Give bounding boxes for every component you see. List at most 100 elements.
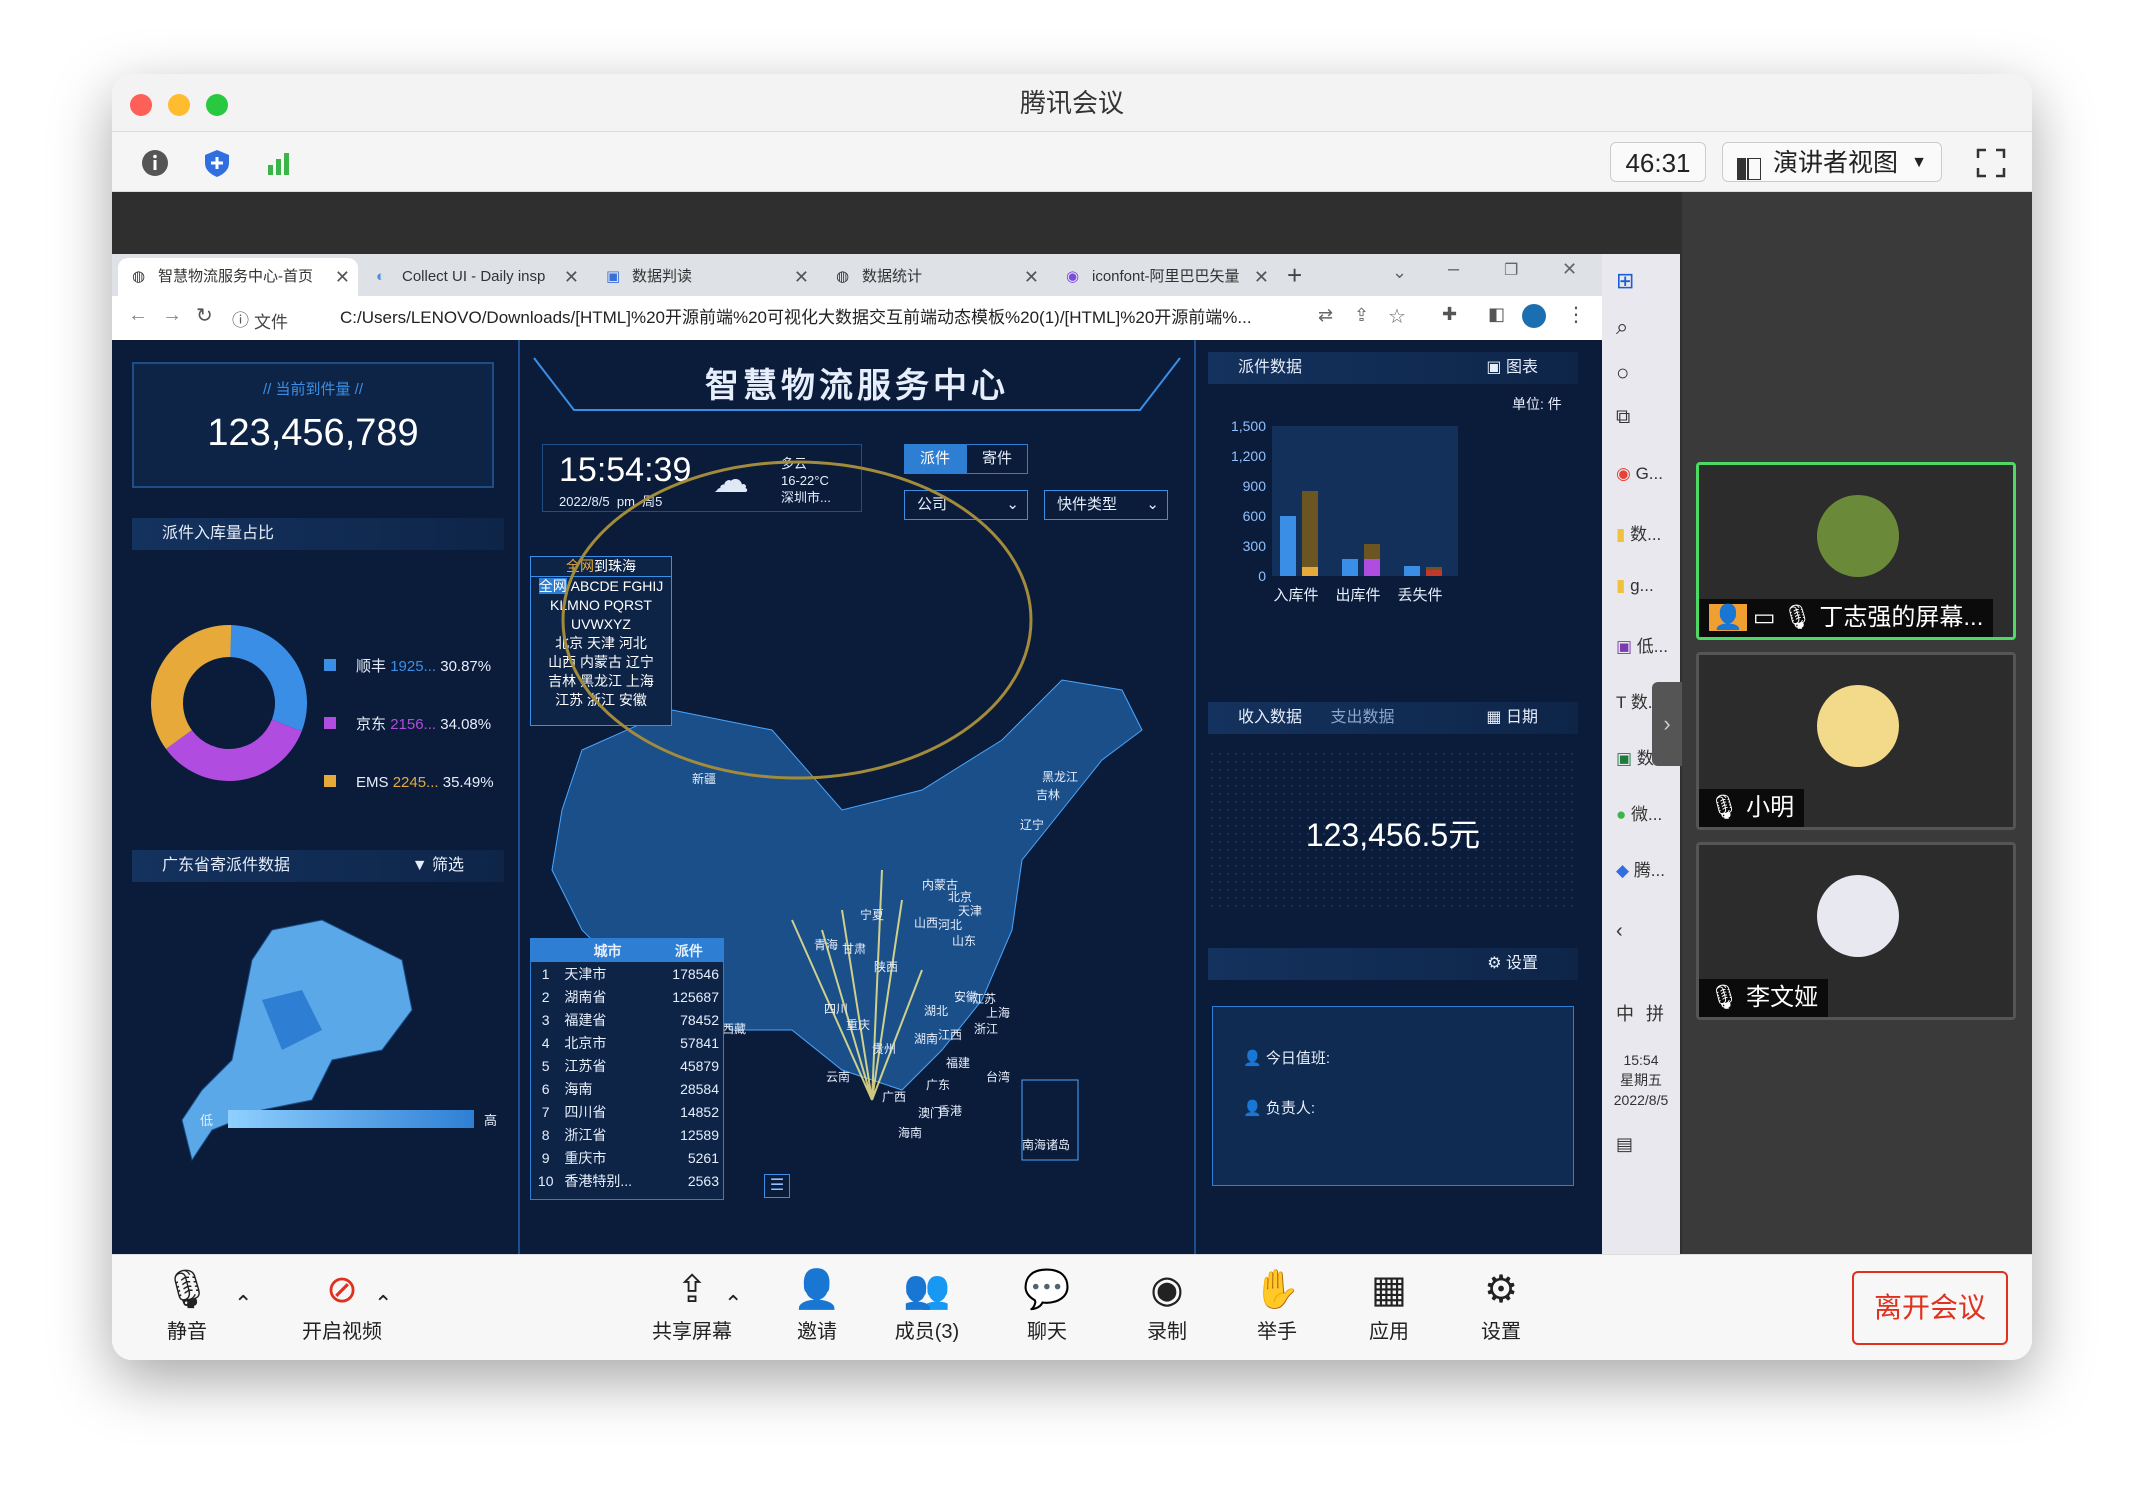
table-cell: 78452: [680, 1011, 719, 1028]
ime-pinyin-label[interactable]: 拼: [1646, 1000, 1664, 1026]
raise-hand-button[interactable]: ✋ 举手: [1242, 1265, 1312, 1344]
restore-browser-icon[interactable]: ❐: [1504, 260, 1518, 280]
apps-grid-icon: ▦: [1371, 1269, 1407, 1311]
meeting-window: 腾讯会议 46:31 演讲者视图 ▼ ◍ 智慧物流服务中心-首页 ✕ ◐ Col…: [112, 74, 2032, 1360]
table-row: 5 江苏省 45879: [531, 1054, 723, 1077]
taskbar-app-folder[interactable]: ▮ g...: [1616, 576, 1654, 596]
table-cell: 12589: [680, 1126, 719, 1143]
express-type-select[interactable]: 快件类型 ⌄: [1044, 490, 1168, 520]
browser-tab[interactable]: ▣ 数据判读 ✕: [592, 258, 817, 296]
bar: [1426, 570, 1442, 576]
search-icon[interactable]: ⌕: [1616, 314, 1628, 340]
close-window-button[interactable]: [130, 94, 152, 116]
task-view-icon[interactable]: ⧉: [1616, 406, 1630, 429]
participant-tile[interactable]: 🎙 李文娅: [1696, 842, 2016, 1020]
iconfont-icon: ◉: [1066, 268, 1080, 285]
apps-button[interactable]: ▦ 应用: [1354, 1265, 1424, 1344]
taskbar-app-axure[interactable]: ▣ 低...: [1616, 632, 1668, 657]
video-options-chevron[interactable]: ⌃: [374, 1291, 392, 1317]
fullscreen-icon[interactable]: [1972, 144, 2010, 182]
table-row: 6 海南 28584: [531, 1077, 723, 1100]
expense-tab[interactable]: 支出数据: [1330, 709, 1394, 726]
minimize-window-button[interactable]: [168, 94, 190, 116]
browser-tab[interactable]: ◍ 智慧物流服务中心-首页 ✕: [118, 258, 358, 296]
tray-expand-icon[interactable]: ‹: [1616, 920, 1623, 943]
menu-icon[interactable]: ☰: [764, 1174, 790, 1198]
date-button[interactable]: ▦ 日期: [1486, 702, 1538, 734]
table-cell: 福建省: [564, 1011, 607, 1028]
view-mode-select[interactable]: 演讲者视图 ▼: [1722, 142, 1942, 182]
back-icon[interactable]: ←: [128, 304, 148, 327]
settings-button[interactable]: ⚙ 设置: [1466, 1265, 1536, 1344]
table-cell: 湖南省: [564, 988, 607, 1005]
cortana-icon[interactable]: ○: [1616, 360, 1629, 386]
network-signal-icon[interactable]: [260, 144, 298, 182]
sidepanel-icon[interactable]: ◧: [1488, 304, 1505, 325]
meeting-toolbar: 46:31 演讲者视图 ▼: [112, 132, 2032, 192]
chat-button[interactable]: 💬 聊天: [1012, 1265, 1082, 1344]
windows-start-icon[interactable]: ⊞: [1616, 268, 1634, 294]
table-cell: 浙江省: [564, 1126, 607, 1143]
host-icon: 👤: [1709, 604, 1747, 631]
more-menu-icon[interactable]: ⋮: [1566, 302, 1586, 327]
bar: [1404, 566, 1420, 576]
bar: [1342, 559, 1358, 576]
globe-icon: ◍: [132, 268, 146, 285]
share-options-chevron[interactable]: ⌃: [724, 1291, 742, 1317]
forward-icon[interactable]: →: [162, 304, 182, 327]
notification-icon[interactable]: ▤: [1616, 1134, 1633, 1155]
audio-options-chevron[interactable]: ⌃: [234, 1291, 252, 1317]
browser-tab[interactable]: ◐ Collect UI - Daily insp ✕: [362, 258, 587, 296]
mute-button[interactable]: 🎙 静音: [152, 1265, 222, 1344]
settings-button[interactable]: ⚙ 设置: [1487, 948, 1538, 980]
zoom-window-button[interactable]: [206, 94, 228, 116]
share-icon[interactable]: ⇪: [1354, 305, 1369, 326]
record-button[interactable]: ◉ 录制: [1132, 1265, 1202, 1344]
close-tab-icon[interactable]: ✕: [1024, 258, 1039, 296]
guangdong-map: [181, 919, 413, 1162]
close-tab-icon[interactable]: ✕: [335, 258, 350, 296]
current-count-label: // 当前到件量 //: [262, 381, 363, 398]
participant-name: 🎙 小明: [1699, 789, 1805, 827]
close-tab-icon[interactable]: ✕: [564, 258, 579, 296]
info-icon[interactable]: [136, 144, 174, 182]
minimize-browser-icon[interactable]: –: [1448, 258, 1459, 281]
microphone-icon: 🎙: [1782, 604, 1813, 631]
invite-button[interactable]: 👤 邀请: [782, 1265, 852, 1344]
table-cell: 2: [541, 988, 550, 1005]
participant-tile[interactable]: 🎙 小明: [1696, 652, 2016, 830]
gd-scale-high: 高: [484, 1113, 498, 1128]
panel-collapse-handle[interactable]: ›: [1652, 682, 1682, 766]
taskbar-clock[interactable]: 15:54 星期五 2022/8/5: [1610, 1050, 1672, 1110]
filter-button[interactable]: ▼ 筛选: [412, 850, 464, 882]
translate-icon[interactable]: ⇄: [1318, 305, 1333, 326]
leave-meeting-button[interactable]: 离开会议: [1852, 1271, 2008, 1345]
taskbar-app-wechat[interactable]: ● 微...: [1616, 800, 1662, 825]
new-tab-button[interactable]: +: [1287, 260, 1302, 291]
close-tab-icon[interactable]: ✕: [1254, 258, 1269, 296]
members-button[interactable]: 👥 成员(3): [882, 1265, 972, 1344]
taskbar-app-folder[interactable]: ▮ 数...: [1616, 520, 1661, 545]
profile-avatar[interactable]: [1522, 304, 1546, 328]
tab-search-icon[interactable]: ⌄: [1392, 262, 1407, 283]
browser-tab[interactable]: ◍ 数据统计 ✕: [822, 258, 1047, 296]
taskbar-app-tencent-meeting[interactable]: ◆ 腾...: [1616, 856, 1665, 881]
extensions-icon[interactable]: ✚: [1442, 304, 1457, 325]
close-browser-icon[interactable]: ✕: [1562, 259, 1577, 280]
current-count-value: 123,456,789: [207, 412, 419, 454]
ime-chinese-label[interactable]: 中: [1616, 1000, 1634, 1026]
close-tab-icon[interactable]: ✕: [794, 258, 809, 296]
chart-view-button[interactable]: ▣ 图表: [1486, 352, 1538, 384]
table-cell: 香港特别...: [564, 1172, 633, 1189]
bookmark-star-icon[interactable]: ☆: [1388, 304, 1406, 329]
reload-icon[interactable]: ↻: [196, 303, 213, 328]
owner-label: 👤 负责人:: [1243, 1100, 1316, 1117]
security-shield-icon[interactable]: [198, 144, 236, 182]
gd-scale-bar: [228, 1110, 474, 1128]
participant-tile[interactable]: 👤 ▭ 🎙 丁志强的屏幕...: [1696, 462, 2016, 640]
income-tab[interactable]: 收入数据: [1238, 709, 1302, 726]
browser-tab[interactable]: ◉ iconfont-阿里巴巴矢量 ✕: [1052, 258, 1277, 296]
taskbar-app-chrome[interactable]: ◉ G...: [1616, 464, 1663, 484]
file-scheme-label: 文件: [254, 313, 288, 332]
bar: [1280, 516, 1296, 576]
